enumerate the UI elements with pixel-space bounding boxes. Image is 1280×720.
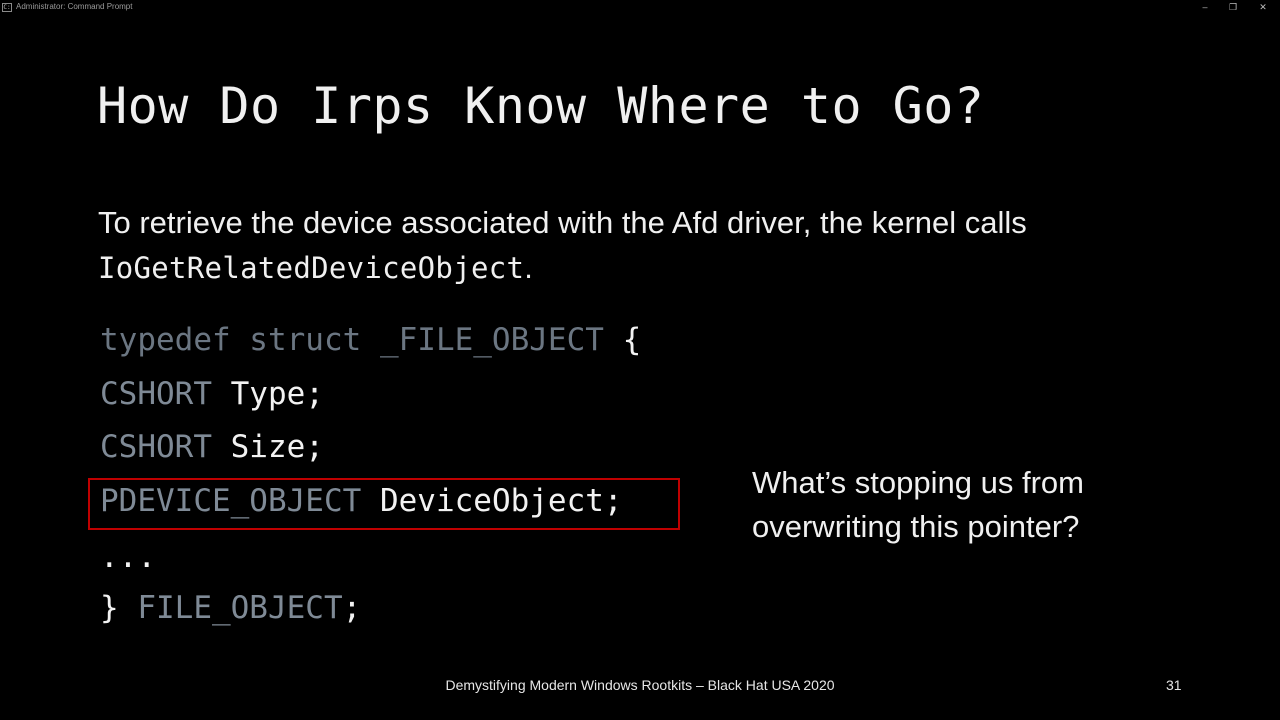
slide-page-number: 31 [1166,677,1182,693]
code-line-closing: } FILE_OBJECT; [100,588,361,628]
code-type-file-object: FILE_OBJECT [137,590,343,626]
slide-footer: Demystifying Modern Windows Rootkits – B… [445,677,835,693]
window-title: Administrator: Command Prompt [16,2,133,11]
side-note-line-1: What’s stopping us from [752,465,1084,500]
code-closing-semicolon: ; [342,590,362,626]
body-text-suffix: . [524,250,533,285]
minimize-icon[interactable]: – [1198,1,1212,13]
code-typedef-keyword: typedef struct _FILE_OBJECT [100,322,604,358]
deviceobject-highlight-box [88,478,680,530]
slide-title: How Do Irps Know Where to Go? [97,77,985,135]
code-type-cshort: CSHORT [100,429,212,465]
body-function-name: IoGetRelatedDeviceObject [98,251,525,285]
code-line-size: CSHORT Size; [100,427,324,467]
code-close-brace: } [100,590,138,626]
code-field-size: Size; [211,429,324,465]
code-line-typedef: typedef struct _FILE_OBJECT { [100,320,641,360]
code-line-ellipsis: ... [100,539,156,575]
side-note-line-2: overwriting this pointer? [752,509,1080,544]
body-text-prefix: To retrieve the device associated with t… [98,205,1027,240]
code-type-cshort: CSHORT [100,376,212,412]
window-titlebar: C: Administrator: Command Prompt – ❐ ✕ [0,0,1280,16]
code-open-brace: { [603,322,642,358]
code-field-type: Type; [211,376,324,412]
side-note: What’s stopping us from overwriting this… [752,461,1084,549]
slide-body-text: To retrieve the device associated with t… [98,200,1198,291]
cmd-icon[interactable]: C: [2,3,12,12]
restore-icon[interactable]: ❐ [1226,1,1240,13]
close-icon[interactable]: ✕ [1256,1,1270,13]
code-line-type: CSHORT Type; [100,374,324,414]
